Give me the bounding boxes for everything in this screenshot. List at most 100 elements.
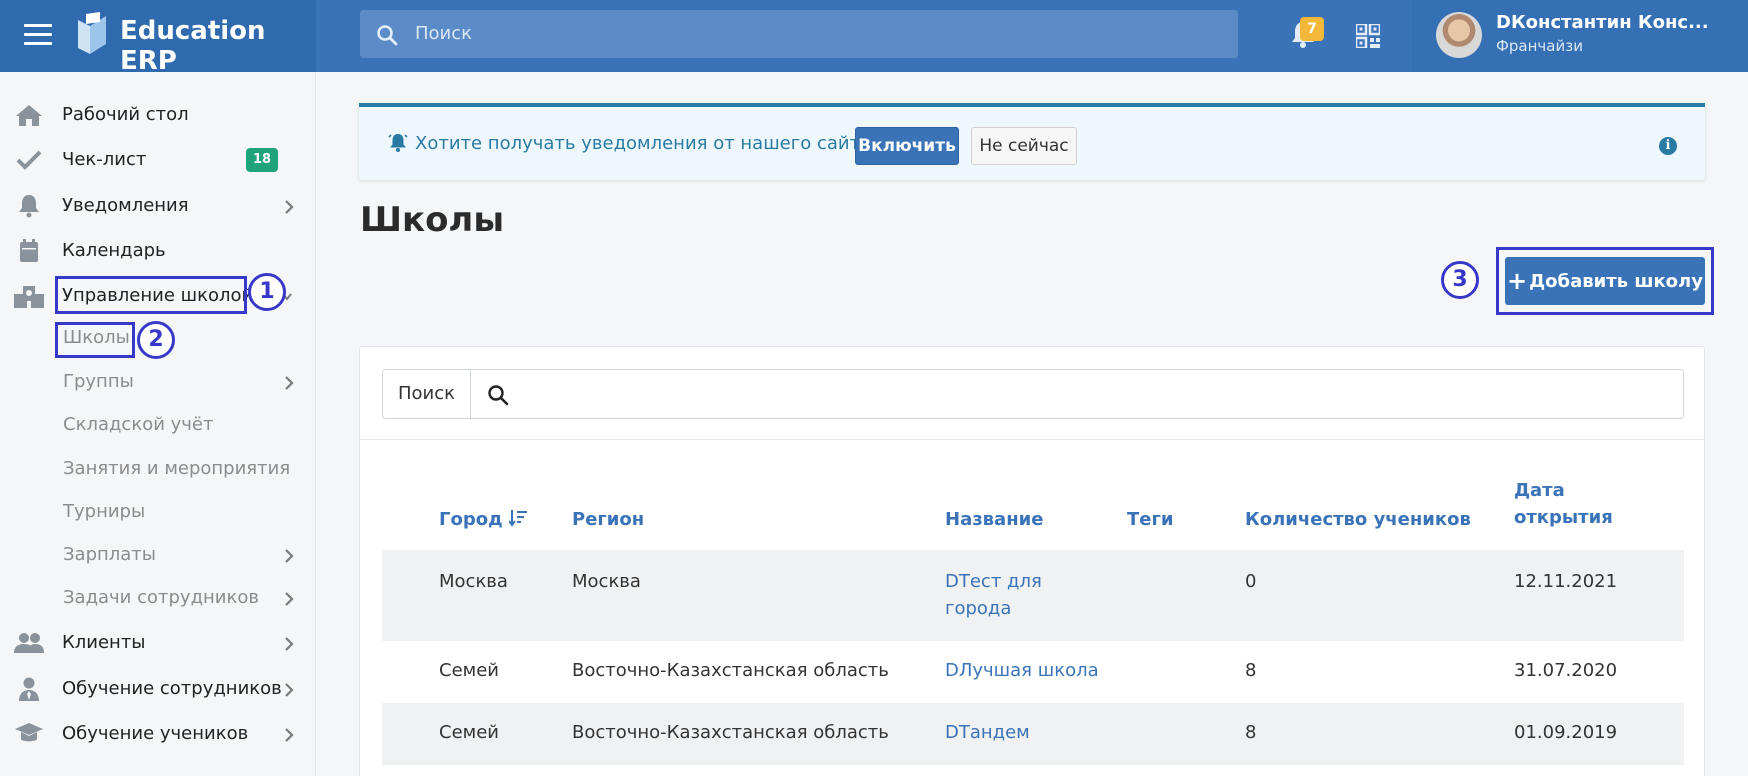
sidebar-item-student-training[interactable]: Обучение учеников	[0, 714, 316, 754]
checklist-count-badge: 18	[246, 148, 278, 172]
table-search-input[interactable]	[471, 370, 1683, 418]
brand-area: Education ERP	[0, 0, 316, 76]
push-notification-prompt: Хотите получать уведомления от нашего са…	[359, 103, 1705, 180]
sidebar-subitem-label: Турниры	[63, 501, 146, 522]
sidebar-subitem-label: Группы	[63, 371, 134, 392]
cell-region: Восточно-Казахстанская область	[572, 660, 889, 681]
cell-region: Москва	[572, 571, 641, 592]
logo-icon	[78, 12, 106, 54]
add-school-button[interactable]: + Добавить школу	[1505, 257, 1705, 305]
chevron-right-icon	[285, 200, 294, 214]
add-school-label: Добавить школу	[1529, 271, 1703, 292]
table-row[interactable]: Москва Москва DТест для города 0 12.11.2…	[382, 550, 1684, 641]
column-header-students[interactable]: Количество учеников	[1245, 509, 1471, 530]
column-header-label: Город	[439, 509, 503, 530]
cell-city: Семей	[439, 660, 499, 681]
cell-name-line: города	[945, 598, 1012, 619]
sidebar-item-dashboard[interactable]: Рабочий стол	[0, 95, 316, 135]
sidebar-item-label: Календарь	[62, 240, 166, 261]
info-icon[interactable]: i	[1659, 137, 1677, 155]
column-header-label: открытия	[1514, 507, 1613, 528]
cell-name-link[interactable]: DТандем	[945, 722, 1030, 743]
column-header-region[interactable]: Регион	[572, 509, 644, 530]
table-row[interactable]: Семей Восточно-Казахстанская область DТа…	[382, 703, 1684, 765]
divider	[360, 439, 1704, 440]
user-role: Франчайзи	[1496, 37, 1583, 55]
step-marker-3: 3	[1441, 261, 1479, 299]
sidebar-subitem-employee-tasks[interactable]: Задачи сотрудников	[0, 578, 316, 618]
global-search-input[interactable]: Поиск	[360, 10, 1238, 58]
cell-name-link[interactable]: DЛучшая школа	[945, 660, 1099, 681]
cell-open-date: 31.07.2020	[1514, 660, 1618, 681]
cell-city: Семей	[439, 722, 499, 743]
cell-name-line: DТест для	[945, 571, 1042, 592]
sidebar-subitem-lessons-events[interactable]: Занятия и мероприятия	[0, 449, 316, 489]
column-header-tags[interactable]: Теги	[1127, 509, 1174, 530]
user-menu[interactable]: DКонстантин Конс... Франчайзи	[1412, 0, 1748, 72]
sidebar-subitem-groups[interactable]: Группы	[0, 362, 316, 402]
menu-icon[interactable]	[24, 23, 52, 45]
cell-region: Восточно-Казахстанская область	[572, 722, 889, 743]
chevron-right-icon	[285, 728, 294, 742]
sidebar: Рабочий стол Чек-лист 18 Уведомления Кал…	[0, 72, 316, 776]
page-title: Школы	[360, 200, 505, 240]
user-name: DКонстантин Конс...	[1496, 12, 1709, 33]
chevron-right-icon	[285, 637, 294, 651]
sidebar-item-notifications[interactable]: Уведомления	[0, 186, 316, 226]
cell-open-date: 12.11.2021	[1514, 571, 1618, 592]
search-placeholder: Поиск	[415, 23, 473, 44]
avatar	[1436, 12, 1482, 58]
step-marker-2: 2	[137, 321, 175, 359]
table-row[interactable]: Семей Восточно-Казахстанская область DЛу…	[382, 641, 1684, 703]
brand-name: Education ERP	[120, 16, 266, 76]
users-icon	[14, 633, 44, 653]
column-header-name[interactable]: Название	[945, 509, 1043, 530]
cell-students: 0	[1245, 571, 1257, 592]
sidebar-subitem-warehouse[interactable]: Складской учёт	[0, 405, 316, 445]
qr-code-icon[interactable]	[1356, 24, 1380, 48]
chevron-right-icon	[285, 592, 294, 606]
bell-ringing-icon	[388, 134, 408, 152]
sidebar-subitem-tournaments[interactable]: Турниры	[0, 492, 316, 532]
cell-students: 8	[1245, 722, 1257, 743]
sidebar-subitem-label: Занятия и мероприятия	[63, 458, 291, 479]
notice-text: Хотите получать уведомления от нашего са…	[415, 133, 881, 154]
highlight-schools	[55, 322, 135, 358]
cell-city: Москва	[439, 571, 508, 592]
sidebar-item-calendar[interactable]: Календарь	[0, 231, 316, 271]
column-header-label: Дата	[1514, 480, 1565, 501]
sidebar-item-label: Клиенты	[62, 632, 146, 653]
cell-name-link[interactable]: DТест для города	[945, 571, 1042, 619]
sidebar-subitem-label: Зарплаты	[63, 544, 156, 565]
sidebar-item-clients[interactable]: Клиенты	[0, 623, 316, 663]
calendar-icon	[20, 239, 38, 262]
user-tie-icon	[19, 677, 39, 701]
column-header-city[interactable]: Город	[439, 509, 527, 530]
sidebar-item-label: Чек-лист	[62, 149, 147, 170]
top-bar: Education ERP Поиск 7 DКонстантин Конс..…	[0, 0, 1748, 76]
sidebar-item-label: Обучение учеников	[62, 723, 249, 744]
notifications-count-badge: 7	[1300, 17, 1324, 41]
bell-icon	[19, 195, 39, 218]
sort-desc-icon	[508, 510, 527, 527]
not-now-button[interactable]: Не сейчас	[971, 127, 1077, 165]
sidebar-item-checklist[interactable]: Чек-лист 18	[0, 140, 316, 180]
cell-students: 8	[1245, 660, 1257, 681]
sidebar-subitem-label: Складской учёт	[63, 414, 214, 435]
table-search: Поиск	[382, 369, 1684, 419]
sidebar-subitem-label: Задачи сотрудников	[63, 587, 259, 608]
school-icon	[14, 286, 44, 308]
chevron-right-icon	[285, 549, 294, 563]
plus-icon: +	[1507, 267, 1528, 295]
enable-notifications-button[interactable]: Включить	[855, 127, 959, 165]
highlight-school-management	[55, 276, 247, 314]
sidebar-item-employee-training[interactable]: Обучение сотрудников	[0, 669, 316, 709]
cell-open-date: 01.09.2019	[1514, 722, 1618, 743]
search-icon	[488, 385, 509, 406]
search-button[interactable]: Поиск	[383, 370, 471, 418]
sidebar-subitem-salaries[interactable]: Зарплаты	[0, 535, 316, 575]
check-icon	[16, 150, 42, 170]
column-header-open-date[interactable]: Дата открытия	[1514, 480, 1613, 528]
step-marker-1: 1	[248, 273, 286, 311]
home-icon	[16, 105, 42, 126]
